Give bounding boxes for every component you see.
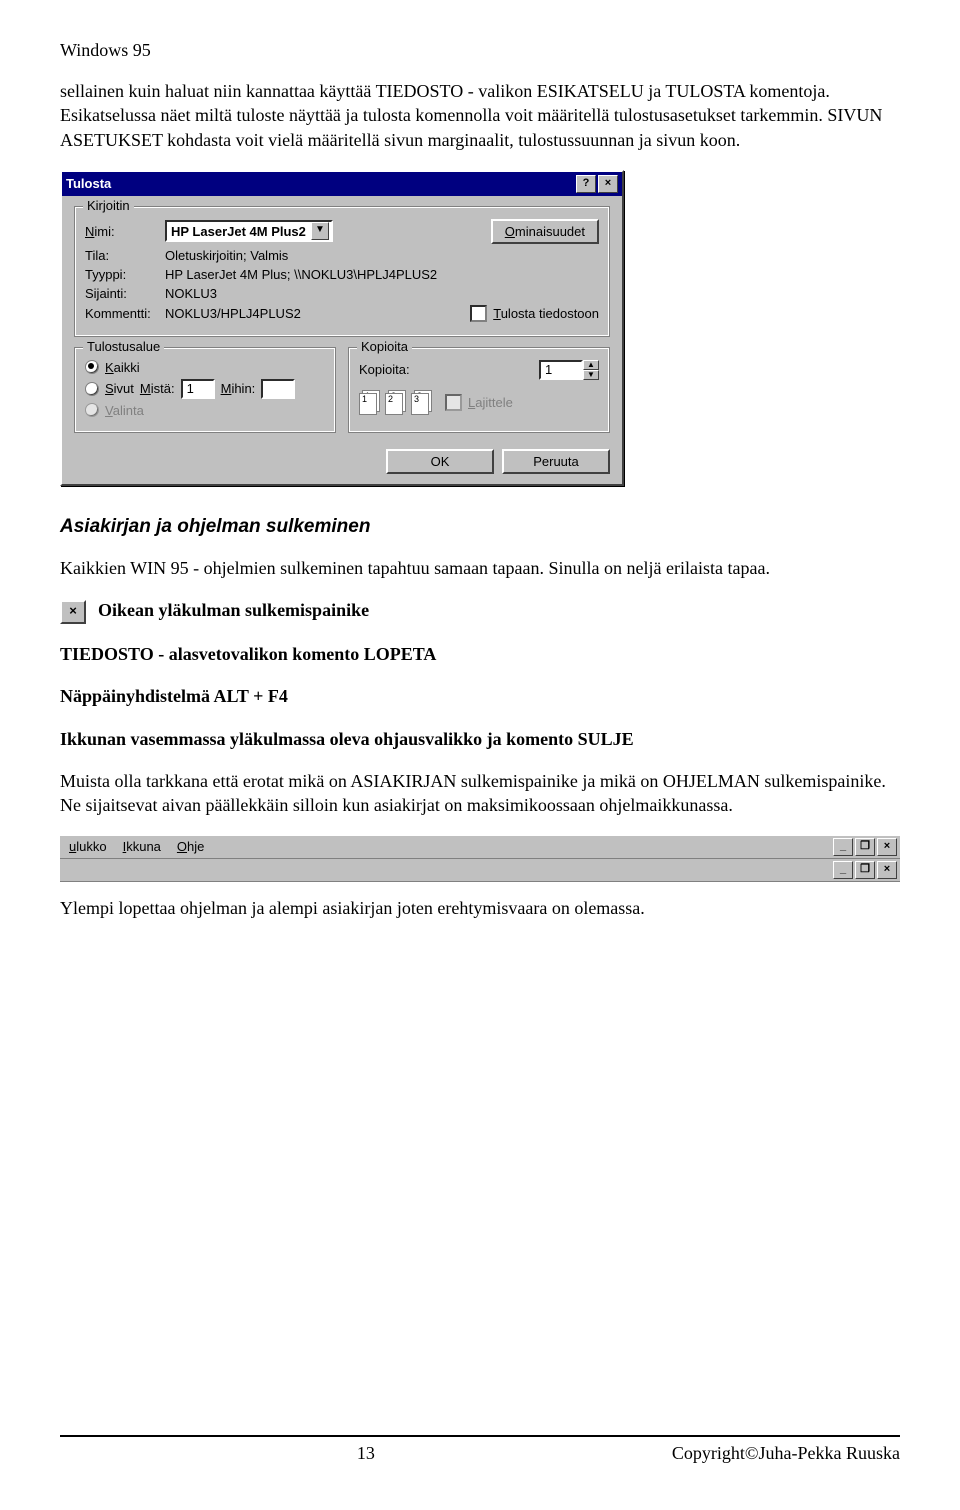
printer-group: Kirjoitin Nimi: HP LaserJet 4M Plus2 ▼ O… xyxy=(74,206,610,337)
radio-all[interactable] xyxy=(85,360,99,374)
doc-maximize-icon[interactable]: ❐ xyxy=(855,861,875,879)
radio-pages-label: Sivut xyxy=(105,381,134,396)
method-alt-f4: Näppäinyhdistelmä ALT + F4 xyxy=(60,684,900,708)
paragraph-careful: Muista olla tarkkana että erotat mikä on… xyxy=(60,769,900,818)
copies-input[interactable]: 1 xyxy=(539,360,583,380)
type-value: HP LaserJet 4M Plus; \\NOKLU3\HPLJ4PLUS2 xyxy=(165,267,437,282)
copies-spinner[interactable]: 1 ▲▼ xyxy=(539,360,599,380)
collate-label: Lajittele xyxy=(468,395,513,410)
minimize-icon[interactable]: _ xyxy=(833,838,853,856)
range-group-title: Tulostusalue xyxy=(83,339,164,354)
menu-item-3[interactable]: Ohje xyxy=(171,838,210,855)
method-control-menu: Ikkunan vasemmassa yläkulmassa oleva ohj… xyxy=(60,727,900,751)
spin-up-icon[interactable]: ▲ xyxy=(583,360,599,370)
status-label: Tila: xyxy=(85,248,165,263)
doc-minimize-icon[interactable]: _ xyxy=(833,861,853,879)
menu-item-2[interactable]: Ikkuna xyxy=(117,838,167,855)
collate-preview-icon: 11 22 33 xyxy=(359,390,433,416)
copyright: Copyright©Juha-Pekka Ruuska xyxy=(672,1443,900,1464)
close-window-icon[interactable]: × xyxy=(877,838,897,856)
to-label: Mihin: xyxy=(221,381,256,396)
doc-close-icon[interactable]: × xyxy=(877,861,897,879)
page-header: Windows 95 xyxy=(60,40,900,61)
copies-group: Kopioita Kopioita: 1 ▲▼ 11 22 33 xyxy=(348,347,610,433)
page-footer: 13 Copyright©Juha-Pekka Ruuska xyxy=(60,1435,900,1464)
dialog-title: Tulosta xyxy=(66,176,111,191)
help-button[interactable]: ? xyxy=(576,175,596,193)
status-value: Oletuskirjoitin; Valmis xyxy=(165,248,288,263)
printer-select[interactable]: HP LaserJet 4M Plus2 ▼ xyxy=(165,220,333,242)
print-to-file-label: Tulosta tiedostoon xyxy=(493,306,599,321)
close-icon: × xyxy=(60,600,86,624)
from-input[interactable]: 1 xyxy=(181,379,215,399)
where-label: Sijainti: xyxy=(85,286,165,301)
maximize-icon[interactable]: ❐ xyxy=(855,838,875,856)
ok-button[interactable]: OK xyxy=(386,449,494,474)
copies-label: Kopioita: xyxy=(359,362,410,377)
method-close-button: ×Oikean yläkulman sulkemispainike xyxy=(60,598,900,624)
properties-button[interactable]: Ominaisuudet xyxy=(491,219,599,244)
dialog-titlebar: Tulosta ? × xyxy=(62,172,622,196)
intro-paragraph: sellainen kuin haluat niin kannattaa käy… xyxy=(60,79,900,152)
comment-value: NOKLU3/HPLJ4PLUS2 xyxy=(165,306,301,321)
method-file-exit: TIEDOSTO - alasvetovalikon komento LOPET… xyxy=(60,642,900,666)
where-value: NOKLU3 xyxy=(165,286,217,301)
copies-group-title: Kopioita xyxy=(357,339,412,354)
radio-all-label: Kaikki xyxy=(105,360,140,375)
dropdown-arrow-icon[interactable]: ▼ xyxy=(311,222,329,240)
paragraph-methods-intro: Kaikkien WIN 95 - ohjelmien sulkeminen t… xyxy=(60,556,900,580)
section-heading: Asiakirjan ja ohjelman sulkeminen xyxy=(60,516,900,538)
type-label: Tyyppi: xyxy=(85,267,165,282)
page-number: 13 xyxy=(357,1443,375,1464)
radio-selection xyxy=(85,403,99,417)
print-dialog: Tulosta ? × Kirjoitin Nimi: HP LaserJet … xyxy=(60,170,624,486)
to-input[interactable] xyxy=(261,379,295,399)
radio-pages[interactable] xyxy=(85,382,99,396)
paragraph-upper-lower: Ylempi lopettaa ohjelman ja alempi asiak… xyxy=(60,896,900,920)
radio-selection-label: Valinta xyxy=(105,403,144,418)
range-group: Tulostusalue Kaikki Sivut Mistä: 1 Mihin… xyxy=(74,347,336,433)
menubar-screenshot: ulukko Ikkuna Ohje _ ❐ × _ ❐ × xyxy=(60,836,900,882)
close-button[interactable]: × xyxy=(598,175,618,193)
cancel-button[interactable]: Peruuta xyxy=(502,449,610,474)
comment-label: Kommentti: xyxy=(85,306,165,321)
name-label: Nimi: xyxy=(85,224,165,239)
print-to-file-checkbox[interactable] xyxy=(470,305,487,322)
spin-down-icon[interactable]: ▼ xyxy=(583,370,599,380)
printer-name: HP LaserJet 4M Plus2 xyxy=(171,224,306,239)
menu-item-1[interactable]: ulukko xyxy=(63,838,113,855)
from-label: Mistä: xyxy=(140,381,175,396)
printer-group-title: Kirjoitin xyxy=(83,198,134,213)
collate-checkbox xyxy=(445,394,462,411)
